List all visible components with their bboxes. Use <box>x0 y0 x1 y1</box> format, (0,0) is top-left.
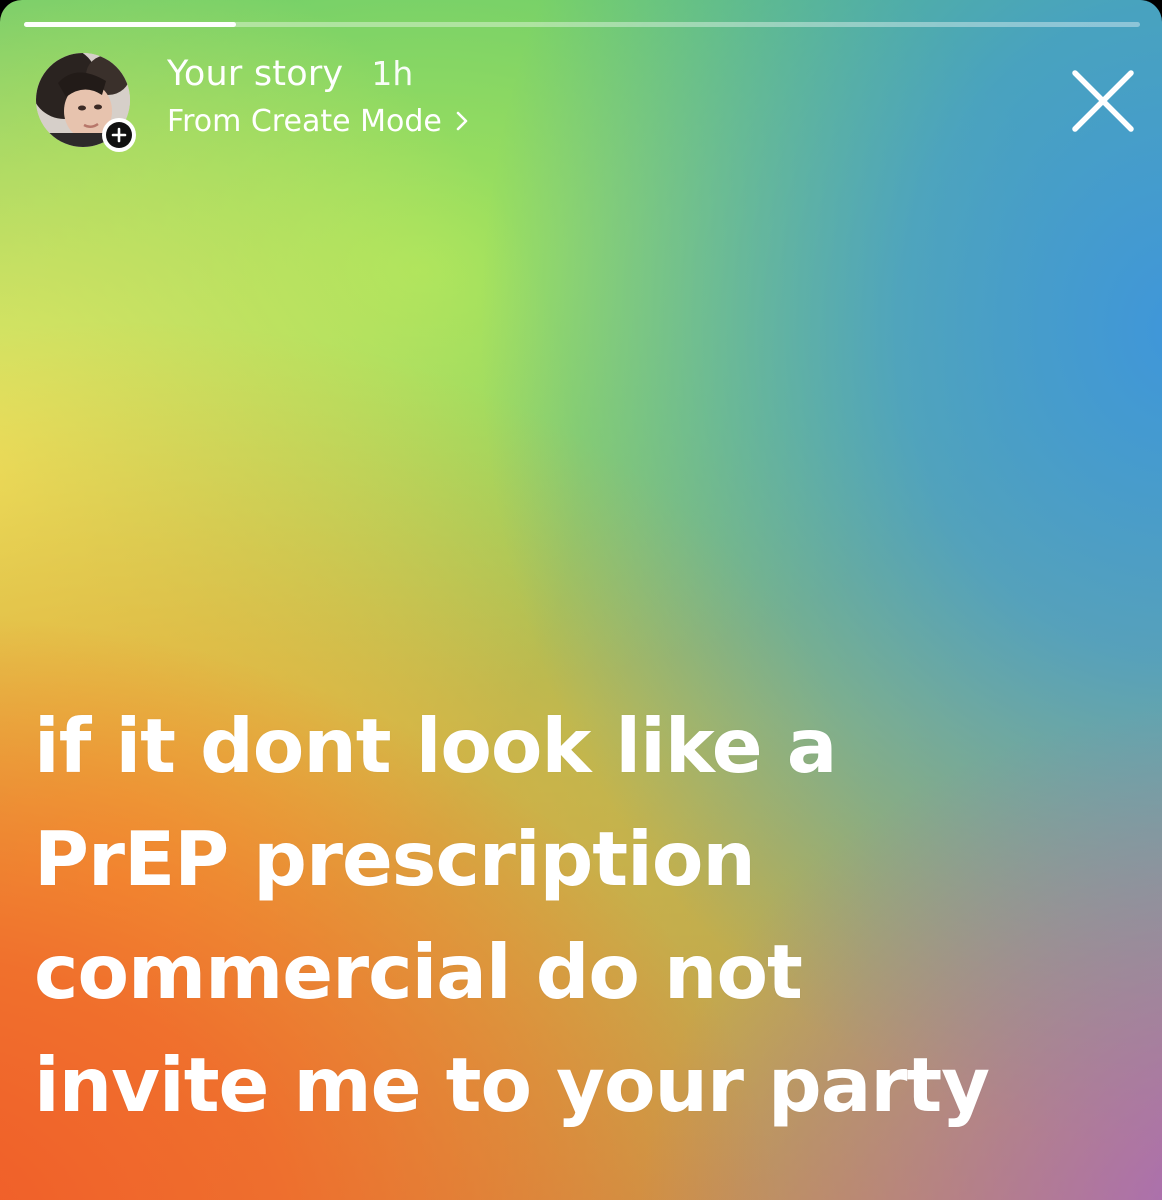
story-title-row: Your story 1h <box>167 54 468 100</box>
create-mode-link[interactable]: From Create Mode <box>167 104 468 139</box>
story-viewer[interactable]: Your story 1h From Create Mode if it don… <box>0 0 1162 1200</box>
story-text-line: invite me to your party <box>34 1041 990 1129</box>
add-to-story-button[interactable] <box>102 118 136 152</box>
story-username[interactable]: Your story <box>167 54 343 94</box>
plus-circle-icon <box>106 122 132 148</box>
story-text-line: PrEP prescription <box>34 815 756 903</box>
source-label: From Create Mode <box>167 104 442 139</box>
profile-avatar[interactable] <box>36 53 136 152</box>
chevron-right-icon <box>456 104 468 139</box>
close-button[interactable] <box>1070 68 1136 134</box>
close-icon <box>1072 70 1134 132</box>
story-progress-fill <box>24 22 237 27</box>
story-header: Your story 1h From Create Mode <box>167 54 468 139</box>
story-timestamp: 1h <box>371 54 414 93</box>
story-text-caption: if it dont look like a PrEP prescription… <box>34 690 1144 1142</box>
story-text-line: commercial do not <box>34 928 803 1016</box>
story-text-line: if it dont look like a <box>34 702 837 790</box>
story-progress-bar <box>24 22 1140 27</box>
